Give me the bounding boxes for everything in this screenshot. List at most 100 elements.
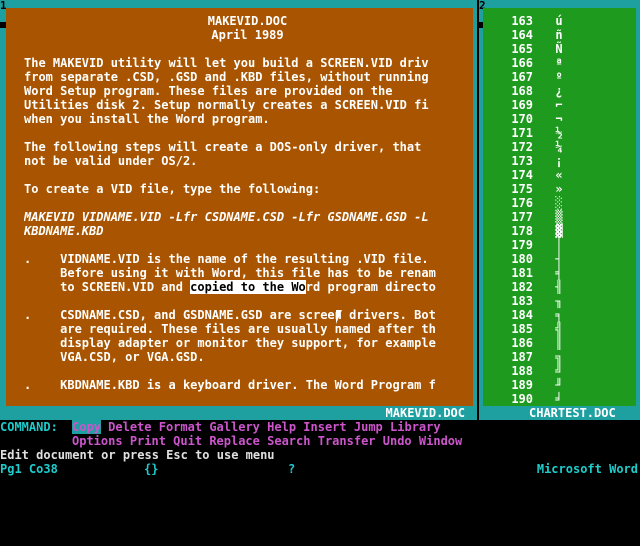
char-code: 176 — [511, 196, 533, 210]
char-row[interactable]: 170 ¬ — [503, 112, 567, 126]
char-row[interactable]: 184 ╕ — [503, 308, 567, 322]
text-line[interactable] — [24, 364, 471, 378]
char-glyph: ª — [555, 56, 563, 70]
text-run: KBDNAME.KBD — [24, 224, 104, 238]
text-line[interactable] — [24, 42, 471, 56]
char-code: 172 — [511, 140, 533, 154]
text-line[interactable]: Word Setup program. These files are prov… — [24, 84, 471, 98]
text-line[interactable]: The MAKEVID utility will let you build a… — [24, 56, 471, 70]
char-glyph: º — [555, 70, 563, 84]
char-row[interactable]: 171 ½ — [503, 126, 567, 140]
menu-item-library[interactable]: Library — [390, 420, 441, 434]
text-line[interactable]: The following steps will create a DOS-on… — [24, 140, 471, 154]
text-line[interactable]: to SCREEN.VID and copied to the Word pro… — [24, 280, 471, 294]
char-glyph: ¿ — [555, 84, 563, 98]
text-selection[interactable]: copied to the Wo — [190, 280, 306, 294]
char-row[interactable]: 164 ñ — [503, 28, 567, 42]
char-row[interactable]: 168 ¿ — [503, 84, 567, 98]
text-line[interactable]: display adapter or monitor they support,… — [24, 336, 471, 350]
char-code: 181 — [511, 266, 533, 280]
text-line[interactable]: MAKEVID VIDNAME.VID -Lfr CSDNAME.CSD -Lf… — [24, 210, 471, 224]
text-line[interactable] — [24, 196, 471, 210]
char-row[interactable]: 178 ▓ — [503, 224, 567, 238]
text-line[interactable]: . CSDNAME.CSD, and GSDNAME.GSD are scree… — [24, 308, 471, 322]
text-line[interactable]: KBDNAME.KBD — [24, 224, 471, 238]
char-row[interactable]: 189 ╜ — [503, 378, 567, 392]
text-line[interactable] — [24, 126, 471, 140]
text-line[interactable]: April 1989 — [24, 28, 471, 42]
text-line[interactable]: when you install the Word program. — [24, 112, 471, 126]
char-row[interactable]: 179 │ — [503, 238, 567, 252]
text-line[interactable] — [24, 168, 471, 182]
char-row[interactable]: 188 ╝ — [503, 364, 567, 378]
text-line[interactable]: Before using it with Word, this file has… — [24, 266, 471, 280]
document-window-2[interactable]: 2 163 ú 164 ñ 165 Ñ 166 ª 167 º 168 ¿ 169 ⌐ 170 ¬ 171 ½ 17… — [479, 0, 640, 420]
char-glyph: ╣ — [555, 322, 563, 336]
char-row[interactable]: 180 ┤ — [503, 252, 567, 266]
text-line[interactable]: To create a VID file, type the following… — [24, 182, 471, 196]
text-line[interactable]: . VIDNAME.VID is the name of the resulti… — [24, 252, 471, 266]
char-row[interactable]: 175 » — [503, 182, 567, 196]
menu-item-options[interactable]: Options — [72, 434, 123, 448]
text-line[interactable]: not be valid under OS/2. — [24, 154, 471, 168]
char-table[interactable]: 163 ú 164 ñ 165 Ñ 166 ª 167 º 168 ¿ 169 ⌐ 170 ¬ 171 ½ 172 ¼… — [503, 14, 567, 406]
menu-item-copy[interactable]: Copy — [72, 420, 101, 434]
char-row[interactable]: 185 ╣ — [503, 322, 567, 336]
char-row[interactable]: 176 ░ — [503, 196, 567, 210]
char-glyph: ╜ — [555, 378, 563, 392]
char-code: 178 — [511, 224, 533, 238]
char-code: 165 — [511, 42, 533, 56]
char-row[interactable]: 187 ╗ — [503, 350, 567, 364]
char-row[interactable]: 186 ║ — [503, 336, 567, 350]
char-row[interactable]: 172 ¼ — [503, 140, 567, 154]
text-run: display adapter or monitor they support,… — [24, 336, 436, 350]
char-row[interactable]: 177 ▒ — [503, 210, 567, 224]
menu-item-transfer[interactable]: Transfer — [318, 434, 376, 448]
menu-item-print[interactable]: Print — [130, 434, 166, 448]
menu-item-replace[interactable]: Replace — [209, 434, 260, 448]
char-row[interactable]: 167 º — [503, 70, 567, 84]
window-title: CHARTEST.DOC — [527, 406, 618, 420]
char-row[interactable]: 174 « — [503, 168, 567, 182]
char-row[interactable]: 183 ╖ — [503, 294, 567, 308]
menu-item-delete[interactable]: Delete — [108, 420, 151, 434]
text-line[interactable]: VGA.CSD, or VGA.GSD. — [24, 350, 471, 364]
text-run: rd program directo — [305, 280, 436, 294]
menu-item-search[interactable]: Search — [267, 434, 310, 448]
char-row[interactable]: 165 Ñ — [503, 42, 567, 56]
text-line[interactable]: Utilities disk 2. Setup normally creates… — [24, 98, 471, 112]
menu-item-gallery[interactable]: Gallery — [209, 420, 260, 434]
char-row[interactable]: 166 ª — [503, 56, 567, 70]
menu-item-format[interactable]: Format — [159, 420, 202, 434]
text-line[interactable]: from separate .CSD, .GSD and .KBD files,… — [24, 70, 471, 84]
document-area[interactable]: MAKEVID.DOC April 1989 The MAKEVID utility… — [6, 8, 473, 406]
text-run: to SCREEN.VID and — [24, 280, 191, 294]
char-code: 166 — [511, 56, 533, 70]
char-code: 182 — [511, 280, 533, 294]
char-row[interactable]: 169 ⌐ — [503, 98, 567, 112]
document-window-1[interactable]: 1 MAKEVID.DOC April 1989 The MAKEVID utili… — [0, 0, 477, 420]
text-line[interactable] — [24, 294, 471, 308]
char-code: 186 — [511, 336, 533, 350]
menu-item-insert[interactable]: Insert — [303, 420, 346, 434]
command-row-2: Options Print Quit Replace Search Transf… — [72, 434, 462, 448]
text-line[interactable] — [24, 238, 471, 252]
text-run: are required. These files are usually na… — [24, 322, 436, 336]
char-row[interactable]: 190 ╛ — [503, 392, 567, 406]
text-line[interactable]: are required. These files are usually na… — [24, 322, 471, 336]
char-row[interactable]: 182 ╢ — [503, 280, 567, 294]
document-area[interactable]: 163 ú 164 ñ 165 Ñ 166 ª 167 º 168 ¿ 169 ⌐ 170 ¬ 171 ½ 172 ¼… — [483, 8, 636, 406]
text-line[interactable]: MAKEVID.DOC — [24, 14, 471, 28]
char-row[interactable]: 181 ╡ — [503, 266, 567, 280]
document-text[interactable]: MAKEVID.DOC April 1989 The MAKEVID utility… — [24, 14, 471, 406]
menu-item-undo[interactable]: Undo — [383, 434, 412, 448]
menu-item-help[interactable]: Help — [267, 420, 296, 434]
menu-item-jump[interactable]: Jump — [354, 420, 383, 434]
text-run: Utilities disk 2. Setup normally creates… — [24, 98, 429, 112]
menu-item-quit[interactable]: Quit — [173, 434, 202, 448]
menu-item-window[interactable]: Window — [419, 434, 462, 448]
char-code: 170 — [511, 112, 533, 126]
char-row[interactable]: 173 ¡ — [503, 154, 567, 168]
text-line[interactable]: . KBDNAME.KBD is a keyboard driver. The … — [24, 378, 471, 392]
char-row[interactable]: 163 ú — [503, 14, 567, 28]
